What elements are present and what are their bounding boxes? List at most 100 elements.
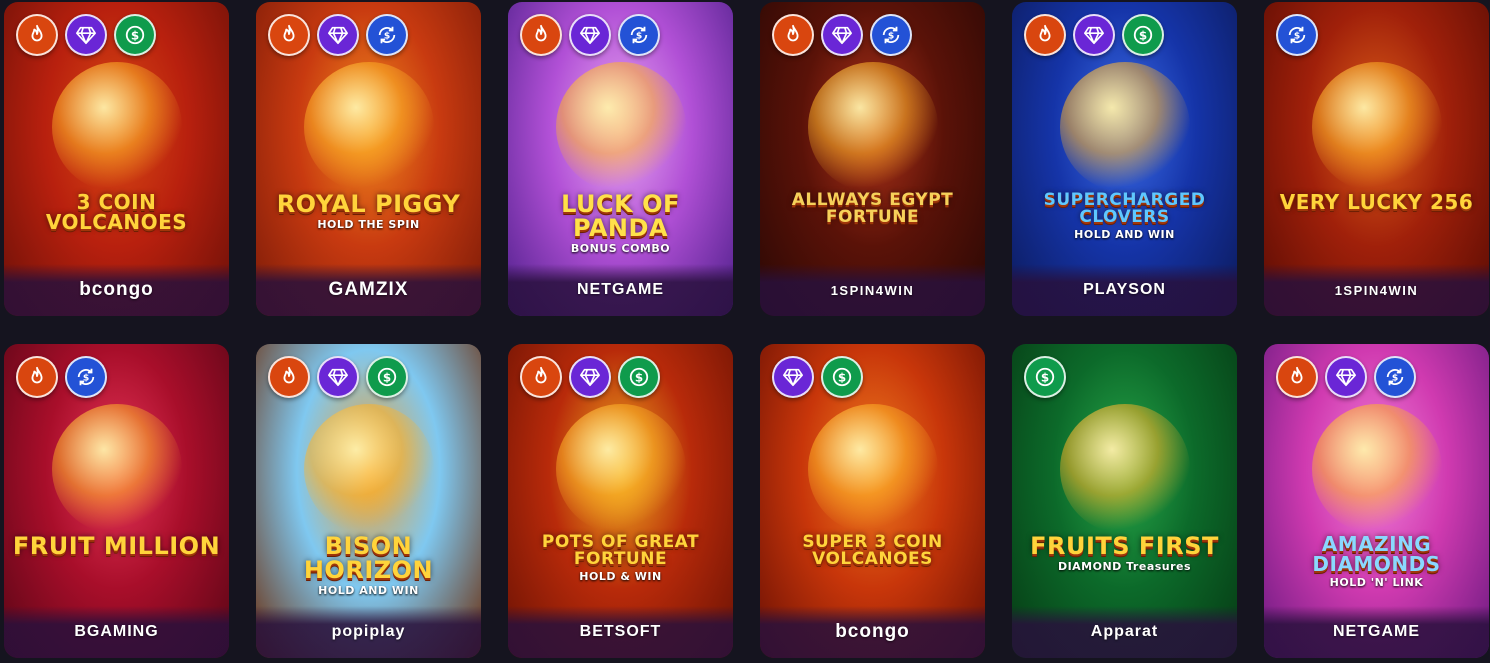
game-card[interactable]: $ SUPER 3 COIN VOLCANOES bcongo	[760, 344, 985, 658]
provider-logo: NETGAME	[577, 281, 664, 298]
artwork-emblem	[1311, 404, 1442, 534]
feature-badges: $	[16, 356, 107, 398]
svg-text:$: $	[1139, 29, 1147, 43]
game-card[interactable]: $ BISON HORIZON HOLD AND WIN popiplay	[256, 344, 481, 658]
game-title-text: FRUIT MILLION	[12, 532, 221, 560]
game-title-text: VERY LUCKY 256	[1279, 190, 1474, 214]
feature-badges: $	[520, 14, 660, 56]
svg-text:$: $	[1294, 31, 1300, 42]
provider-logo: GAMZIX	[328, 279, 409, 300]
game-card[interactable]: $ FRUIT MILLION BGAMING	[4, 344, 229, 658]
dollar-icon: $	[366, 356, 408, 398]
svg-text:$: $	[888, 31, 894, 42]
feature-badges: $	[16, 14, 156, 56]
game-title: VERY LUCKY 256	[1272, 192, 1481, 215]
game-title: ALLWAYS EGYPT FORTUNE	[768, 192, 977, 229]
artwork-emblem	[303, 62, 434, 192]
diamond-icon	[1073, 14, 1115, 56]
game-subtitle: HOLD & WIN	[579, 570, 662, 583]
diamond-icon	[569, 14, 611, 56]
provider-footer: 1SPIN4WIN	[1264, 264, 1489, 316]
game-title-text: BISON HORIZON	[303, 532, 434, 584]
provider-logo: bcongo	[79, 279, 154, 300]
flame-icon	[268, 356, 310, 398]
game-subtitle: HOLD 'N' LINK	[1329, 576, 1424, 589]
game-grid: $3 COIN VOLCANOES bcongo $ ROYAL PIGGY HOLD…	[0, 0, 1490, 663]
refresh-dollar-icon: $	[65, 356, 107, 398]
artwork-emblem	[555, 404, 686, 534]
provider-logo: PLAYSON	[1083, 281, 1166, 298]
flame-icon	[1276, 356, 1318, 398]
game-title: BISON HORIZON HOLD AND WIN	[264, 534, 473, 596]
game-card[interactable]: $ POTS OF GREAT FORTUNE HOLD & WIN BETSOFT	[508, 344, 733, 658]
game-title-text: SUPER 3 COIN VOLCANOES	[802, 532, 943, 569]
game-card[interactable]: $ AMAZING DIAMONDS HOLD 'N' LINK NETGAME	[1264, 344, 1489, 658]
game-title: SUPERCHARGED CLOVERS HOLD AND WIN	[1020, 192, 1229, 241]
game-title: SUPER 3 COIN VOLCANOES	[768, 534, 977, 571]
game-card[interactable]: $ VERY LUCKY 256 1SPIN4WIN	[1264, 2, 1489, 316]
game-card[interactable]: $ ROYAL PIGGY HOLD THE SPIN GAMZIX	[256, 2, 481, 316]
dollar-icon: $	[618, 356, 660, 398]
provider-footer: 1SPIN4WIN	[760, 264, 985, 316]
provider-logo: popiplay	[331, 623, 406, 640]
feature-badges: $	[520, 356, 660, 398]
artwork-emblem	[555, 62, 686, 192]
game-title-text: POTS OF GREAT FORTUNE	[541, 532, 700, 569]
artwork-emblem	[51, 404, 182, 534]
provider-footer: PLAYSON	[1012, 264, 1237, 316]
svg-text:$: $	[384, 31, 390, 42]
dollar-icon: $	[1024, 356, 1066, 398]
flame-icon	[520, 356, 562, 398]
diamond-icon	[1325, 356, 1367, 398]
svg-text:$: $	[635, 371, 643, 385]
flame-icon	[1024, 14, 1066, 56]
artwork-emblem	[1059, 62, 1190, 192]
game-card[interactable]: $3 COIN VOLCANOES bcongo	[4, 2, 229, 316]
artwork-emblem	[303, 404, 434, 534]
game-title-text: 3 COIN VOLCANOES	[45, 190, 188, 234]
refresh-dollar-icon: $	[1276, 14, 1318, 56]
provider-logo: Apparat	[1090, 623, 1159, 640]
flame-icon	[520, 14, 562, 56]
game-card[interactable]: $ ALLWAYS EGYPT FORTUNE 1SPIN4WIN	[760, 2, 985, 316]
provider-footer: NETGAME	[508, 264, 733, 316]
feature-badges: $	[1276, 14, 1318, 56]
game-title: 3 COIN VOLCANOES	[12, 192, 221, 235]
game-card[interactable]: $ FRUITS FIRST DIAMOND Treasures Apparat	[1012, 344, 1237, 658]
svg-text:$: $	[131, 29, 139, 43]
flame-icon	[772, 14, 814, 56]
provider-logo: 1SPIN4WIN	[830, 282, 915, 298]
feature-badges: $	[1276, 356, 1416, 398]
dollar-icon: $	[1122, 14, 1164, 56]
diamond-icon	[772, 356, 814, 398]
provider-logo: BETSOFT	[579, 623, 662, 640]
diamond-icon	[65, 14, 107, 56]
flame-icon	[268, 14, 310, 56]
game-card[interactable]: $ LUCK OF PANDA BONUS COMBO NETGAME	[508, 2, 733, 316]
feature-badges: $	[772, 356, 863, 398]
svg-text:$: $	[838, 371, 846, 385]
game-title: FRUITS FIRST DIAMOND Treasures	[1020, 534, 1229, 572]
dollar-icon: $	[821, 356, 863, 398]
game-title-text: ROYAL PIGGY	[276, 190, 461, 218]
flame-icon	[16, 14, 58, 56]
provider-logo: bcongo	[835, 621, 910, 642]
refresh-dollar-icon: $	[870, 14, 912, 56]
artwork-emblem	[51, 62, 182, 192]
feature-badges: $	[268, 356, 408, 398]
artwork-emblem	[807, 404, 938, 534]
artwork-emblem	[1311, 62, 1442, 192]
game-subtitle: BONUS COMBO	[570, 242, 671, 255]
refresh-dollar-icon: $	[1374, 356, 1416, 398]
game-title-text: FRUITS FIRST	[1030, 532, 1219, 560]
provider-footer: bcongo	[4, 264, 229, 316]
provider-footer: Apparat	[1012, 606, 1237, 658]
refresh-dollar-icon: $	[366, 14, 408, 56]
refresh-dollar-icon: $	[618, 14, 660, 56]
diamond-icon	[821, 14, 863, 56]
diamond-icon	[569, 356, 611, 398]
game-card[interactable]: $ SUPERCHARGED CLOVERS HOLD AND WIN PLAYSON	[1012, 2, 1237, 316]
game-subtitle: HOLD AND WIN	[1074, 228, 1175, 241]
game-title: LUCK OF PANDA BONUS COMBO	[516, 192, 725, 254]
dollar-icon: $	[114, 14, 156, 56]
